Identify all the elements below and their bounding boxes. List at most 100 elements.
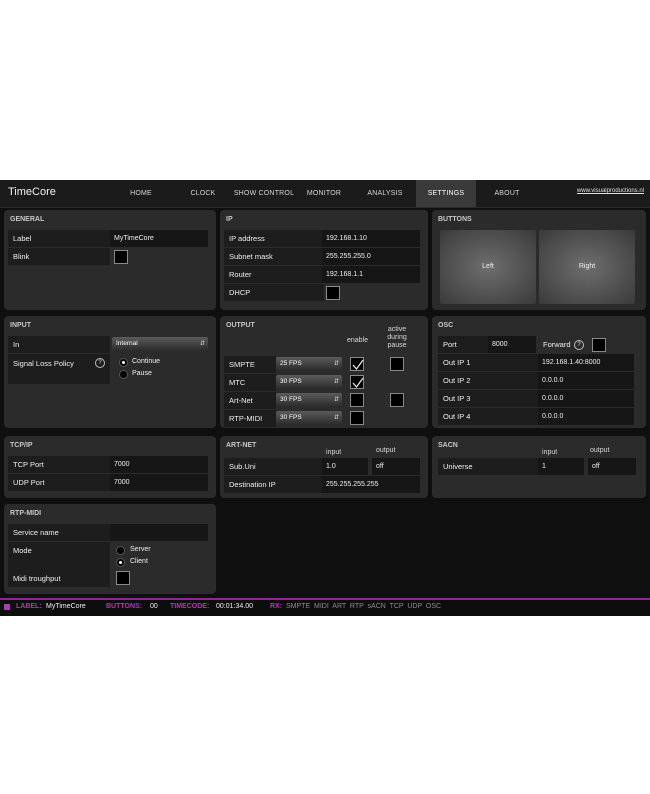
rtpmidi-panel: RTP-MIDI Service name Mode Server Client… [4, 504, 216, 594]
osc-port-input[interactable]: 8000 [488, 336, 536, 353]
chevron-updown-icon: ⇵ [333, 397, 339, 403]
input-source-select[interactable]: Internal ⇵ [112, 337, 208, 351]
selected-value: 30 FPS [280, 378, 302, 385]
blink-checkbox[interactable] [114, 250, 128, 264]
status-rx-key: RX: [270, 603, 283, 610]
output-column-header: output [376, 447, 396, 454]
blink-label: Blink [8, 248, 110, 265]
sub-uni-input-field[interactable]: 1.0 [322, 458, 368, 475]
tcp-port-label: TCP Port [8, 456, 110, 473]
artnet-fps-select[interactable]: 30 FPS ⇵ [276, 393, 342, 407]
service-name-input[interactable] [110, 524, 208, 541]
mtc-enable-checkbox[interactable] [350, 375, 364, 389]
universe-label: Universe [438, 458, 538, 475]
tab-about[interactable]: ABOUT [478, 180, 536, 207]
universe-input-field[interactable]: 1 [538, 458, 584, 475]
status-bar: LABEL: MyTimeCore BUTTONS: 00 TIMECODE: … [0, 598, 650, 616]
chevron-updown-icon: ⇵ [333, 379, 339, 385]
out-ip-3-label: Out IP 3 [438, 390, 538, 407]
smpte-enable-checkbox[interactable] [350, 357, 364, 371]
rtpmidi-fps-select[interactable]: 30 FPS ⇵ [276, 411, 342, 425]
website-link[interactable]: www.visualproductions.nl [577, 188, 644, 194]
osc-panel: OSC Port 8000 Forward ? Out IP 1 192.168… [432, 316, 646, 428]
port-label: Port [438, 336, 488, 353]
artnet-enable-checkbox[interactable] [350, 393, 364, 407]
panel-title: IP [226, 216, 233, 223]
status-buttons-value: 00 [150, 603, 158, 610]
help-icon[interactable]: ? [95, 358, 105, 368]
timecore-window: TimeCore HOME CLOCK SHOW CONTROL MONITOR… [0, 180, 650, 616]
artnet-active-checkbox[interactable] [390, 393, 404, 407]
input-column-header: input [542, 449, 558, 456]
service-name-label: Service name [8, 524, 110, 541]
label-field-label: Label [8, 230, 110, 247]
status-timecode-key: TIMECODE: [170, 603, 210, 610]
smpte-fps-select[interactable]: 25 FPS ⇵ [276, 357, 342, 371]
artnet-label: Art-Net [224, 392, 276, 409]
out-ip-2-label: Out IP 2 [438, 372, 538, 389]
output-column-header: output [590, 447, 610, 454]
chevron-updown-icon: ⇵ [199, 341, 205, 347]
out-ip-3-input[interactable]: 0.0.0.0 [538, 390, 634, 407]
tab-settings[interactable]: SETTINGS [416, 180, 476, 207]
ip-address-input[interactable]: 192.168.1.10 [322, 230, 420, 247]
tab-clock[interactable]: CLOCK [174, 180, 232, 207]
pause-radio[interactable] [119, 370, 128, 379]
right-button[interactable]: Right [539, 230, 635, 304]
checkmark-icon [352, 377, 364, 389]
panel-title: INPUT [10, 322, 31, 329]
left-button[interactable]: Left [440, 230, 536, 304]
router-input[interactable]: 192.168.1.1 [322, 266, 420, 283]
selected-value: Internal [116, 340, 138, 347]
in-label: In [8, 336, 110, 353]
ip-address-label: IP address [224, 230, 324, 247]
panel-title: ART-NET [226, 442, 257, 449]
status-rx-items: SMPTE MIDI ART RTP sACN TCP UDP OSC [286, 603, 442, 610]
destination-ip-label: Destination IP [224, 476, 324, 493]
tab-monitor[interactable]: MONITOR [296, 180, 352, 207]
universe-output-field[interactable]: off [588, 458, 636, 475]
midi-troughput-label: Midi troughput [8, 570, 110, 587]
destination-ip-input[interactable]: 255.255.255.255 [322, 476, 420, 493]
smpte-label: SMPTE [224, 356, 276, 373]
midi-troughput-checkbox[interactable] [116, 571, 130, 585]
tcp-port-input[interactable]: 7000 [110, 456, 208, 473]
tab-show-control[interactable]: SHOW CONTROL [232, 180, 296, 207]
tab-analysis[interactable]: ANALYSIS [356, 180, 414, 207]
subnet-mask-input[interactable]: 255.255.255.0 [322, 248, 420, 265]
selected-value: 30 FPS [280, 396, 302, 403]
artnet-panel: ART-NET input output Sub.Uni 1.0 off Des… [220, 436, 428, 498]
panel-title: BUTTONS [438, 216, 472, 223]
panel-title: GENERAL [10, 216, 45, 223]
chevron-updown-icon: ⇵ [333, 415, 339, 421]
smpte-active-checkbox[interactable] [390, 357, 404, 371]
sacn-panel: SACN input output Universe 1 off [432, 436, 646, 498]
out-ip-1-input[interactable]: 192.168.1.40:8000 [538, 354, 634, 371]
label-input[interactable]: MyTimeCore [110, 230, 208, 247]
dhcp-checkbox[interactable] [326, 286, 340, 300]
help-icon[interactable]: ? [574, 340, 584, 350]
client-radio[interactable] [116, 558, 125, 567]
status-timecode-value: 00:01:34.00 [216, 603, 253, 610]
out-ip-2-input[interactable]: 0.0.0.0 [538, 372, 634, 389]
udp-port-input[interactable]: 7000 [110, 474, 208, 491]
sub-uni-output-field[interactable]: off [372, 458, 420, 475]
client-label: Client [130, 558, 148, 565]
continue-radio[interactable] [119, 358, 128, 367]
rtpmidi-label: RTP-MIDI [224, 410, 276, 427]
mtc-fps-select[interactable]: 30 FPS ⇵ [276, 375, 342, 389]
panel-title: TCP/IP [10, 442, 33, 449]
status-label-key: LABEL: [16, 603, 42, 610]
input-column-header: input [326, 449, 342, 456]
mode-label: Mode [8, 542, 110, 570]
continue-label: Continue [132, 358, 161, 365]
forward-checkbox[interactable] [592, 338, 606, 352]
tab-home[interactable]: HOME [112, 180, 170, 207]
ip-panel: IP IP address 192.168.1.10 Subnet mask 2… [220, 210, 428, 310]
subnet-mask-label: Subnet mask [224, 248, 324, 265]
status-label-value: MyTimeCore [46, 603, 86, 610]
server-radio[interactable] [116, 546, 125, 555]
out-ip-4-input[interactable]: 0.0.0.0 [538, 408, 634, 425]
app-title: TimeCore [8, 186, 56, 198]
rtpmidi-enable-checkbox[interactable] [350, 411, 364, 425]
